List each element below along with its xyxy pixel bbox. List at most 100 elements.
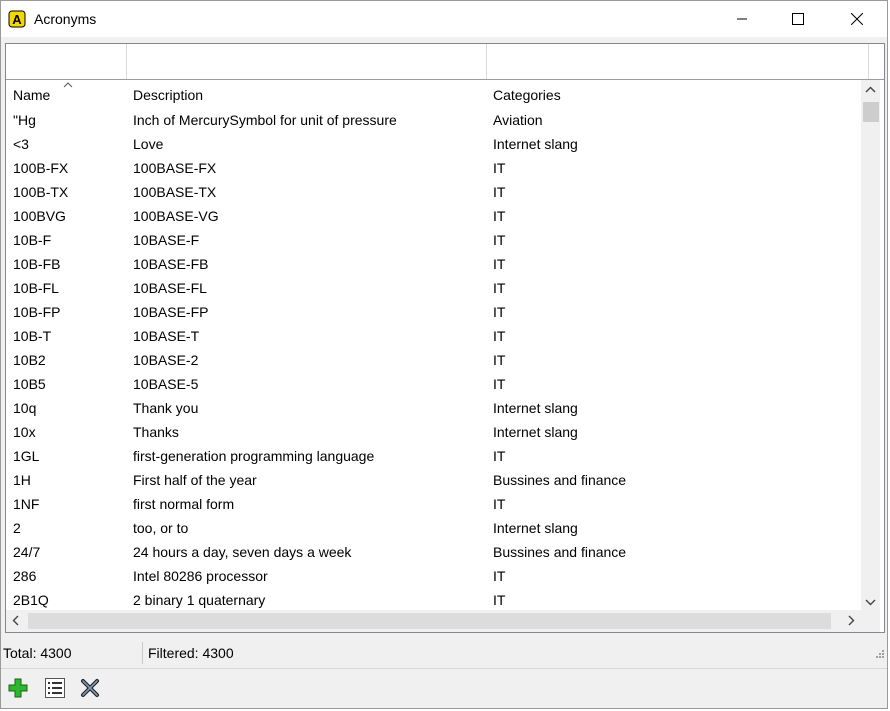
resize-grip-icon[interactable] [873,649,885,661]
category-cell: IT [493,256,506,272]
status-divider [142,642,143,664]
description-cell: 2 binary 1 quaternary [133,592,266,608]
table-row[interactable]: 10B-FP 10BASE-FP IT [6,300,861,324]
table-row[interactable]: 10B-F 10BASE-F IT [6,228,861,252]
name-filter-input[interactable] [6,44,126,79]
description-cell: too, or to [133,520,189,536]
vertical-scrollbar[interactable] [861,80,880,612]
table-row[interactable]: 2 too, or to Internet slang [6,516,861,540]
column-header-row: Name Description Categories [6,80,861,106]
name-cell: 2 [13,520,21,536]
minimize-icon [737,18,747,20]
scroll-left-arrow-icon[interactable] [12,615,19,626]
close-icon [851,13,863,25]
name-cell: 100B-FX [13,160,69,176]
description-cell: 10BASE-T [133,328,200,344]
description-cell: Love [133,136,164,152]
table-row[interactable]: <3 Love Internet slang [6,132,861,156]
maximize-button[interactable] [775,1,821,37]
description-column-header-label: Description [133,87,204,103]
category-cell: IT [493,496,506,512]
description-column-header[interactable]: Description [126,80,486,106]
delete-button[interactable] [79,677,101,699]
category-cell: Internet slang [493,424,578,440]
name-cell: <3 [13,136,29,152]
acronyms-window: A Acronyms Name Description Categories "… [0,0,888,709]
description-cell: First half of the year [133,472,257,488]
description-cell: first-generation programming language [133,448,375,464]
table-row[interactable]: 100B-FX 100BASE-FX IT [6,156,861,180]
table-row[interactable]: 100B-TX 100BASE-TX IT [6,180,861,204]
category-cell: IT [493,448,506,464]
name-cell: 286 [13,568,37,584]
description-cell: 10BASE-FL [133,280,207,296]
scroll-down-arrow-icon[interactable] [865,599,876,606]
table-row[interactable]: 10q Thank you Internet slang [6,396,861,420]
table-row[interactable]: 286 Intel 80286 processor IT [6,564,861,588]
table-row[interactable]: 10B-FL 10BASE-FL IT [6,276,861,300]
table-row[interactable]: 10x Thanks Internet slang [6,420,861,444]
scroll-up-arrow-icon[interactable] [865,86,876,93]
table-row[interactable]: 10B-T 10BASE-T IT [6,324,861,348]
table-row[interactable]: 1GL first-generation programming language… [6,444,861,468]
category-cell: IT [493,280,506,296]
description-cell: first normal form [133,496,235,512]
table-row[interactable]: 2B1Q 2 binary 1 quaternary IT [6,588,861,612]
description-cell: 10BASE-2 [133,352,199,368]
table-row[interactable]: 1NF first normal form IT [6,492,861,516]
categories-column-header[interactable]: Categories [486,80,861,106]
category-cell: IT [493,232,506,248]
table-row[interactable]: 10B5 10BASE-5 IT [6,372,861,396]
details-button[interactable] [44,677,66,699]
status-bar: Total: 4300 Filtered: 4300 [1,639,887,667]
name-cell: 10B-FL [13,280,59,296]
category-cell: Internet slang [493,400,578,416]
add-button[interactable] [7,677,29,699]
categories-filter-input[interactable] [487,44,868,79]
filter-row [6,44,884,80]
total-count: Total: 4300 [3,645,72,661]
description-cell: 100BASE-FX [133,160,217,176]
name-cell: "Hg [13,112,36,128]
category-cell: Bussines and finance [493,544,627,560]
table-row[interactable]: "Hg Inch of MercurySymbol for unit of pre… [6,108,861,132]
table-row[interactable]: 100BVG 100BASE-VG IT [6,204,861,228]
description-cell: 24 hours a day, seven days a week [133,544,352,560]
title-bar[interactable]: A Acronyms [1,1,887,37]
table-row[interactable]: 24/7 24 hours a day, seven days a week Bus… [6,540,861,564]
horizontal-scrollbar[interactable] [6,610,861,632]
name-cell: 2B1Q [13,592,49,608]
description-filter-input[interactable] [127,44,486,79]
category-cell: IT [493,160,506,176]
name-cell: 10B-FP [13,304,61,320]
name-cell: 10B2 [13,352,46,368]
name-cell: 10B-T [13,328,52,344]
category-cell: IT [493,568,506,584]
table-row[interactable]: 10B-FB 10BASE-FB IT [6,252,861,276]
name-cell: 100B-TX [13,184,69,200]
name-filter-cell [6,44,127,79]
description-cell: Thanks [133,424,179,440]
table-row[interactable]: 10B2 10BASE-2 IT [6,348,861,372]
description-cell: 100BASE-VG [133,208,219,224]
description-cell: 10BASE-FP [133,304,209,320]
category-cell: Aviation [493,112,543,128]
description-cell: Intel 80286 processor [133,568,268,584]
vertical-scroll-thumb[interactable] [863,102,879,122]
category-cell: Internet slang [493,136,578,152]
description-cell: 100BASE-TX [133,184,217,200]
table-row[interactable]: 1H First half of the year Bussines and fin… [6,468,861,492]
close-button[interactable] [834,1,880,37]
name-column-header[interactable]: Name [6,80,127,106]
sort-ascending-icon [63,82,73,88]
category-cell: IT [493,328,506,344]
bottom-toolbar [1,668,887,708]
categories-filter-cell [487,44,869,79]
minimize-button[interactable] [719,1,765,37]
svg-text:A: A [12,12,22,27]
acronyms-app-icon: A [8,10,26,28]
name-cell: 24/7 [13,544,41,560]
delete-icon [81,679,99,697]
horizontal-scroll-thumb[interactable] [28,613,831,629]
scroll-right-arrow-icon[interactable] [848,615,855,626]
